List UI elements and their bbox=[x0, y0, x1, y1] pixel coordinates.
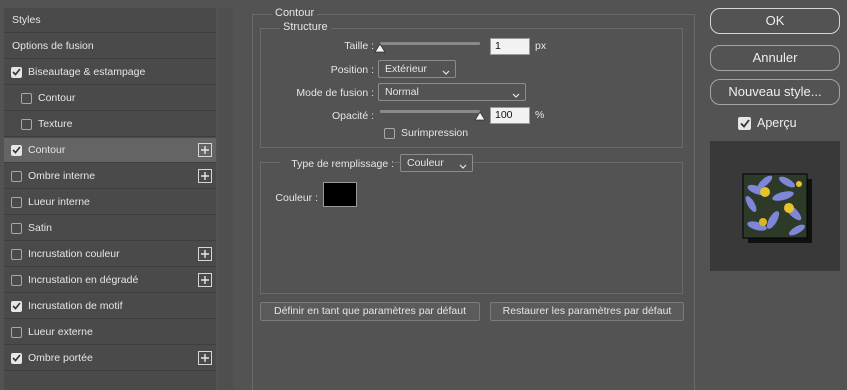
contour-settings: Contour Structure Taille : 1 px Position… bbox=[250, 0, 695, 390]
style-row[interactable]: Options de fusion bbox=[4, 34, 216, 59]
style-label: Biseautage & estampage bbox=[28, 66, 146, 78]
style-checkbox[interactable] bbox=[11, 144, 22, 156]
opacity-unit: % bbox=[535, 109, 545, 121]
overprint-label: Surimpression bbox=[401, 127, 469, 139]
style-row[interactable]: Contour bbox=[4, 86, 216, 111]
new-style-button[interactable]: Nouveau style... bbox=[710, 79, 840, 105]
style-row[interactable]: Contour bbox=[4, 138, 216, 163]
opacity-label: Opacité : bbox=[331, 110, 374, 122]
preview-thumbnail bbox=[710, 141, 840, 271]
style-checkbox[interactable] bbox=[11, 222, 22, 234]
style-label: Incrustation de motif bbox=[28, 300, 123, 312]
fill-color-swatch[interactable] bbox=[323, 182, 357, 207]
style-checkbox[interactable] bbox=[11, 352, 22, 364]
set-default-button[interactable]: Définir en tant que paramètres par défau… bbox=[260, 302, 480, 321]
fill-color-label: Couleur : bbox=[275, 192, 318, 204]
opacity-input[interactable]: 100 bbox=[490, 107, 530, 124]
size-unit: px bbox=[535, 40, 547, 52]
preview-checkbox[interactable] bbox=[738, 116, 751, 130]
add-effect-icon[interactable] bbox=[198, 143, 212, 157]
blend-mode-dropdown[interactable]: Normal bbox=[378, 83, 526, 101]
style-label: Contour bbox=[38, 92, 76, 104]
style-row[interactable]: Styles bbox=[4, 8, 216, 33]
style-label: Satin bbox=[28, 222, 52, 234]
structure-group-title: Structure bbox=[280, 21, 331, 33]
style-row[interactable]: Lueur externe bbox=[4, 320, 216, 345]
overprint-option[interactable]: Surimpression bbox=[384, 127, 468, 139]
style-checkbox[interactable] bbox=[11, 170, 22, 182]
opacity-slider-track[interactable] bbox=[380, 110, 480, 113]
ok-button[interactable]: OK bbox=[710, 8, 840, 34]
preview-image bbox=[742, 173, 812, 243]
blend-mode-label: Mode de fusion : bbox=[296, 87, 374, 99]
style-checkbox[interactable] bbox=[11, 326, 22, 338]
styles-panel: Styles Options de fusion Biseautage & esta… bbox=[0, 0, 233, 390]
style-label: Styles bbox=[12, 14, 41, 26]
size-label: Taille : bbox=[344, 40, 374, 52]
style-row[interactable]: Ombre interne bbox=[4, 164, 216, 189]
position-label: Position : bbox=[330, 64, 374, 76]
styles-list-scrollbar[interactable] bbox=[218, 8, 233, 390]
chevron-down-icon bbox=[512, 88, 520, 104]
style-label: Texture bbox=[38, 118, 73, 130]
style-label: Lueur interne bbox=[28, 196, 90, 208]
style-label: Contour bbox=[28, 144, 66, 156]
style-label: Incrustation couleur bbox=[28, 248, 120, 260]
style-row[interactable]: Ombre portée bbox=[4, 346, 216, 371]
fill-type-value: Couleur bbox=[407, 157, 444, 169]
style-label: Incrustation en dégradé bbox=[28, 274, 139, 286]
style-checkbox[interactable] bbox=[11, 300, 22, 312]
size-slider-track[interactable] bbox=[380, 42, 480, 45]
add-effect-icon[interactable] bbox=[198, 247, 212, 261]
style-label: Ombre interne bbox=[28, 170, 96, 182]
contour-group-title: Contour bbox=[272, 7, 318, 19]
style-checkbox[interactable] bbox=[21, 118, 32, 130]
fill-type-label: Type de remplissage : bbox=[280, 158, 394, 170]
style-label: Lueur externe bbox=[28, 326, 93, 338]
style-row[interactable]: Satin bbox=[4, 216, 216, 241]
style-checkbox[interactable] bbox=[21, 92, 32, 104]
style-label: Ombre portée bbox=[28, 352, 93, 364]
chevron-down-icon bbox=[459, 159, 467, 175]
fill-type-dropdown[interactable]: Couleur bbox=[400, 154, 473, 172]
style-row[interactable]: Lueur interne bbox=[4, 190, 216, 215]
preview-label: Aperçu bbox=[757, 116, 797, 130]
style-row[interactable]: Incrustation en dégradé bbox=[4, 268, 216, 293]
style-checkbox[interactable] bbox=[11, 66, 22, 78]
overprint-checkbox[interactable] bbox=[384, 127, 395, 139]
style-checkbox[interactable] bbox=[11, 196, 22, 208]
cancel-button[interactable]: Annuler bbox=[710, 45, 840, 71]
style-row[interactable]: Incrustation de motif bbox=[4, 294, 216, 319]
position-dropdown[interactable]: Extérieur bbox=[378, 60, 456, 78]
add-effect-icon[interactable] bbox=[198, 273, 212, 287]
style-row[interactable]: Biseautage & estampage bbox=[4, 60, 216, 85]
style-label: Options de fusion bbox=[12, 40, 94, 52]
preview-option[interactable]: Aperçu bbox=[738, 116, 797, 130]
style-row[interactable]: Texture bbox=[4, 112, 216, 137]
style-checkbox[interactable] bbox=[11, 274, 22, 286]
chevron-down-icon bbox=[442, 65, 450, 81]
style-row[interactable]: Incrustation couleur bbox=[4, 242, 216, 267]
styles-list: Styles Options de fusion Biseautage & esta… bbox=[4, 8, 216, 390]
add-effect-icon[interactable] bbox=[198, 169, 212, 183]
position-value: Extérieur bbox=[385, 63, 428, 75]
style-checkbox[interactable] bbox=[11, 248, 22, 260]
reset-default-button[interactable]: Restaurer les paramètres par défaut bbox=[490, 302, 684, 321]
add-effect-icon[interactable] bbox=[198, 351, 212, 365]
blend-mode-value: Normal bbox=[385, 86, 419, 98]
size-input[interactable]: 1 bbox=[490, 38, 530, 55]
